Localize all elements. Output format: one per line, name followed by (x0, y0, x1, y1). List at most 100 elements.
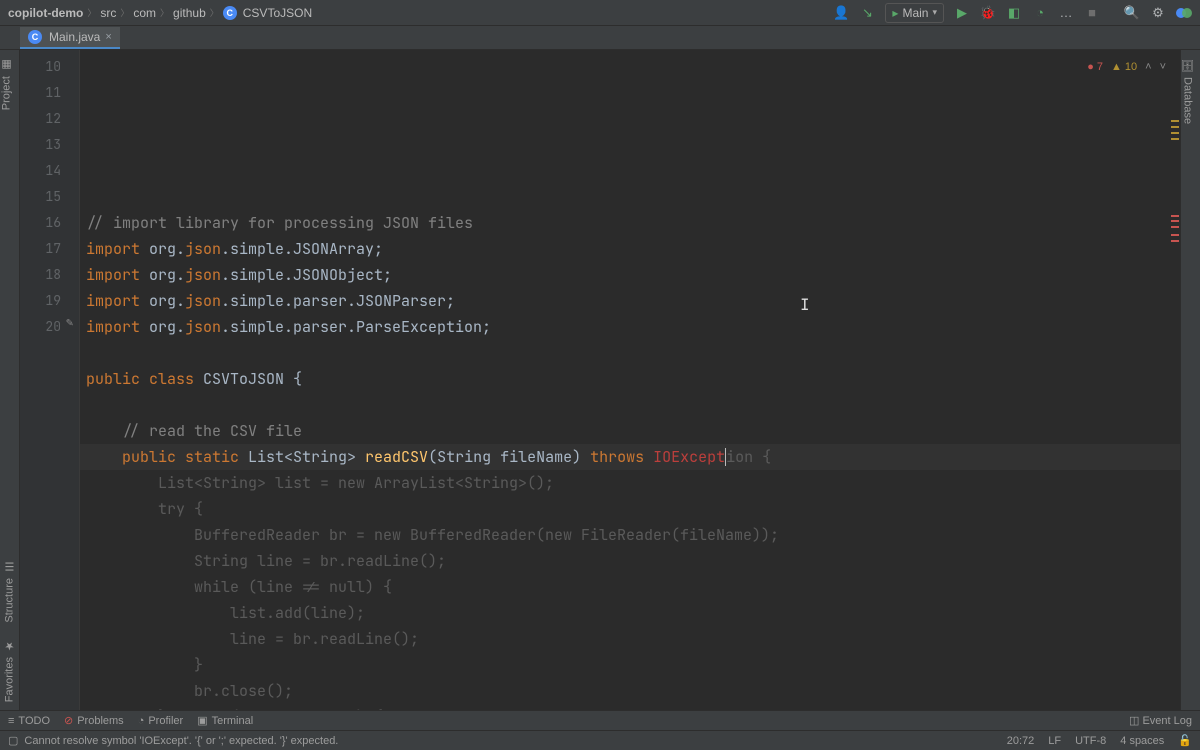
line-number[interactable]: 15 (20, 184, 79, 210)
code-line[interactable]: List<String> list = new ArrayList<String… (80, 470, 1180, 496)
lock-icon[interactable]: 🔓 (1178, 734, 1192, 747)
line-number[interactable] (20, 522, 79, 548)
run-configuration-selector[interactable]: ▸ Main ▾ (885, 3, 944, 23)
code-line[interactable]: String line = br.readLine(); (80, 548, 1180, 574)
search-icon[interactable]: 🔍 (1124, 5, 1140, 21)
event-log-button[interactable]: ◫ Event Log (1129, 715, 1192, 727)
line-number[interactable] (20, 548, 79, 574)
tool-window-problems[interactable]: ⊘ Problems (64, 714, 124, 727)
tool-window-terminal[interactable]: ▣ Terminal (197, 714, 253, 727)
database-icon: 🗄 (1181, 58, 1194, 72)
breadcrumb-item[interactable]: src (100, 6, 116, 20)
coverage-icon[interactable]: ◧ (1006, 5, 1022, 21)
breadcrumb-item[interactable]: copilot-demo (8, 6, 83, 20)
breadcrumb-item[interactable]: CSVToJSON (243, 6, 312, 20)
code-token: (String fileName) (428, 447, 590, 467)
line-number[interactable] (20, 366, 79, 392)
chevron-down-icon[interactable]: ˅ (1160, 54, 1166, 80)
code-line[interactable]: public static List<String> readCSV(Strin… (80, 444, 1180, 470)
code-line[interactable]: import org.json.simple.JSONObject; (80, 262, 1180, 288)
tool-window-todo[interactable]: ≡ TODO (8, 715, 50, 727)
line-number[interactable] (20, 600, 79, 626)
line-number[interactable] (20, 678, 79, 704)
tool-window-profiler[interactable]: ◔ Profiler (138, 715, 184, 727)
line-number[interactable]: 17 (20, 236, 79, 262)
code-line[interactable] (80, 184, 1180, 210)
code-line[interactable]: // import library for processing JSON fi… (80, 210, 1180, 236)
debug-icon[interactable]: 🐞 (980, 5, 996, 21)
gutter[interactable]: 101112131415161718192021 (20, 50, 80, 710)
line-number[interactable]: 13 (20, 132, 79, 158)
bottom-tool-bar: ≡ TODO ⊘ Problems ◔ Profiler ▣ Terminal … (0, 710, 1200, 730)
code-token: String line = br.readLine(); (86, 551, 446, 571)
code-line[interactable]: list.add(line); (80, 600, 1180, 626)
tool-window-structure[interactable]: Structure☰ (3, 552, 16, 631)
code-token: org. (149, 239, 185, 259)
terminal-icon: ▣ (197, 714, 207, 727)
profiler-icon: ◔ (138, 715, 145, 727)
line-separator[interactable]: LF (1048, 735, 1061, 747)
code-line[interactable]: import org.json.simple.parser.JSONParser… (80, 288, 1180, 314)
code-area[interactable]: ●7 ▲10 ˄ ˅ I // import library for proce… (80, 50, 1180, 710)
code-token: .simple.JSONArray; (221, 239, 383, 259)
code-line[interactable]: BufferedReader br = new BufferedReader(n… (80, 522, 1180, 548)
code-line[interactable]: try { (80, 496, 1180, 522)
code-line[interactable]: import org.json.simple.JSONArray; (80, 236, 1180, 262)
breadcrumb-item[interactable]: com (133, 6, 156, 20)
breadcrumb-item[interactable]: github (173, 6, 206, 20)
code-line[interactable]: public class CSVToJSON { (80, 366, 1180, 392)
code-token: .simple.JSONObject; (221, 265, 392, 285)
code-token: line = br.readLine(); (86, 629, 419, 649)
warning-count: 10 (1125, 54, 1137, 80)
code-line[interactable] (80, 392, 1180, 418)
inspection-widget[interactable]: ●7 ▲10 ˄ ˅ (1087, 54, 1166, 80)
chevron-right-icon: 〉 (160, 6, 169, 19)
error-stripe[interactable] (1170, 50, 1180, 710)
attach-icon[interactable]: … (1058, 5, 1074, 21)
stop-icon[interactable]: ■ (1084, 5, 1100, 21)
code-token: .simple.parser.JSONParser; (221, 291, 455, 311)
line-number[interactable] (20, 444, 79, 470)
tool-windows-icon[interactable]: ▢ (8, 734, 18, 747)
gutter-edit-icon[interactable]: ✎ (66, 314, 73, 330)
tool-window-favorites[interactable]: Favorites★ (3, 631, 16, 710)
line-number[interactable]: 19 (20, 288, 79, 314)
line-number[interactable] (20, 418, 79, 444)
line-number[interactable] (20, 496, 79, 522)
run-icon[interactable]: ▶ (954, 5, 970, 21)
code-line[interactable]: while (line != null) { (80, 574, 1180, 600)
copilot-icon[interactable] (1176, 5, 1192, 21)
profiler-icon[interactable]: ◔ (1032, 5, 1048, 21)
line-number[interactable] (20, 392, 79, 418)
line-number[interactable]: 11 (20, 80, 79, 106)
code-line[interactable]: line = br.readLine(); (80, 626, 1180, 652)
tool-window-database[interactable]: 🗄Database (1181, 50, 1194, 132)
code-line[interactable]: br.close(); (80, 678, 1180, 704)
line-number[interactable] (20, 626, 79, 652)
code-line[interactable]: // read the CSV file (80, 418, 1180, 444)
line-number[interactable] (20, 470, 79, 496)
user-add-icon[interactable]: 👤 (833, 5, 849, 21)
editor-tab-main[interactable]: C Main.java × (20, 27, 120, 49)
build-icon[interactable]: ↘ (859, 5, 875, 21)
chevron-up-icon[interactable]: ˄ (1145, 54, 1151, 80)
code-line[interactable]: } (80, 652, 1180, 678)
code-line[interactable] (80, 340, 1180, 366)
chevron-right-icon: 〉 (87, 6, 96, 19)
file-encoding[interactable]: UTF-8 (1075, 735, 1106, 747)
indent-setting[interactable]: 4 spaces (1120, 735, 1164, 747)
tool-window-project[interactable]: Project▦ (0, 50, 13, 118)
line-number[interactable]: 16 (20, 210, 79, 236)
line-number[interactable]: 14 (20, 158, 79, 184)
line-number[interactable] (20, 340, 79, 366)
code-token: ion { (726, 447, 771, 467)
settings-icon[interactable]: ⚙ (1150, 5, 1166, 21)
line-number[interactable]: 10 (20, 54, 79, 80)
line-number[interactable] (20, 652, 79, 678)
close-icon[interactable]: × (105, 31, 111, 43)
line-number[interactable] (20, 574, 79, 600)
line-number[interactable]: 12 (20, 106, 79, 132)
code-line[interactable]: import org.json.simple.parser.ParseExcep… (80, 314, 1180, 340)
line-number[interactable]: 18 (20, 262, 79, 288)
caret-position[interactable]: 20:72 (1007, 735, 1035, 747)
